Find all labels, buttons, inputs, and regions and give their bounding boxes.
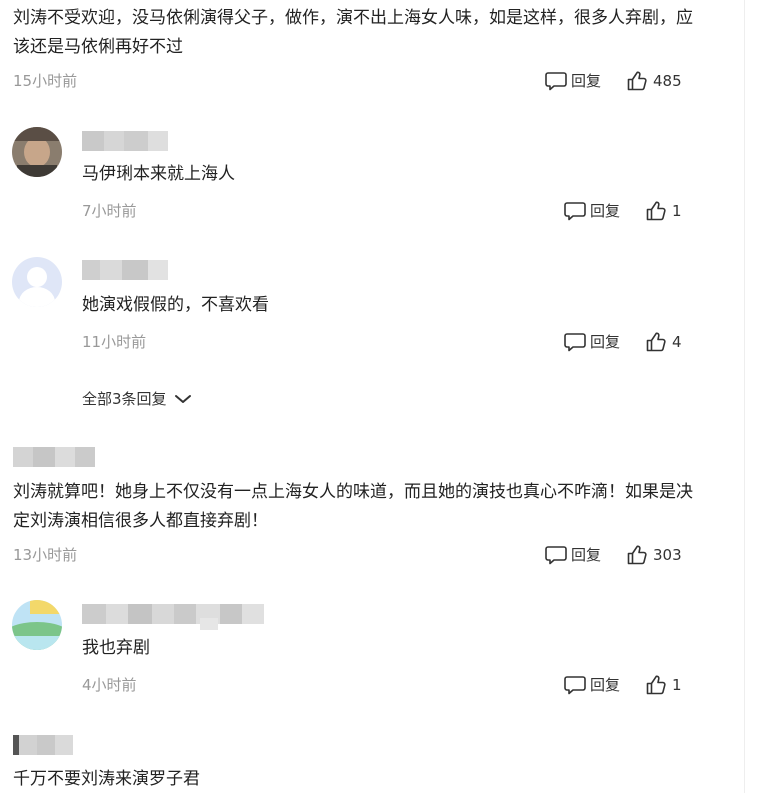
- reply-label: 回复: [571, 546, 602, 564]
- blurred-username[interactable]: [82, 604, 264, 624]
- chevron-down-icon: [173, 392, 193, 406]
- reply-button[interactable]: 回复: [545, 544, 601, 566]
- comment-time: 11小时前: [82, 333, 147, 351]
- expand-replies-link[interactable]: 全部3条回复: [82, 388, 193, 410]
- avatar[interactable]: [12, 127, 62, 177]
- reply-button[interactable]: 回复: [564, 674, 620, 696]
- blurred-username[interactable]: [13, 447, 95, 467]
- comment-time: 15小时前: [13, 72, 78, 90]
- like-count: 303: [653, 546, 682, 564]
- blurred-username[interactable]: [13, 735, 73, 755]
- like-button[interactable]: 1: [646, 200, 682, 222]
- like-count: 1: [672, 676, 682, 694]
- thumbs-up-icon: [627, 545, 649, 565]
- reply-label: 回复: [590, 676, 621, 694]
- comment-bubble-icon: [564, 675, 586, 695]
- comment-time: 4小时前: [82, 676, 137, 694]
- like-button[interactable]: 303: [627, 544, 682, 566]
- comment-text: 刘涛不受欢迎，没马依俐演得父子，做作，演不出上海女人味，如是这样，很多人弃剧，应…: [13, 8, 693, 57]
- blurred-username[interactable]: [82, 131, 168, 151]
- thumbs-up-icon: [646, 675, 668, 695]
- comment-text: 马伊琍本来就上海人: [82, 164, 235, 184]
- reply-label: 回复: [590, 202, 621, 220]
- comment-bubble-icon: [564, 201, 586, 221]
- like-count: 485: [653, 72, 682, 90]
- comment-bubble-icon: [545, 545, 567, 565]
- reply-button[interactable]: 回复: [545, 70, 601, 92]
- thumbs-up-icon: [646, 332, 668, 352]
- avatar[interactable]: [12, 257, 62, 307]
- comment-text: 千万不要刘涛来演罗子君: [13, 769, 200, 789]
- reply-label: 回复: [571, 72, 602, 90]
- reply-button[interactable]: 回复: [564, 200, 620, 222]
- right-divider: [744, 0, 745, 793]
- comment-text: 她演戏假假的，不喜欢看: [82, 295, 269, 315]
- like-button[interactable]: 1: [646, 674, 682, 696]
- thumbs-up-icon: [646, 201, 668, 221]
- comment-bubble-icon: [545, 71, 567, 91]
- thumbs-up-icon: [627, 71, 649, 91]
- comment-time: 13小时前: [13, 546, 78, 564]
- comment-text: 刘涛就算吧！她身上不仅没有一点上海女人的味道，而且她的演技也真心不咋滴！如果是决…: [13, 482, 693, 531]
- like-count: 1: [672, 202, 682, 220]
- like-button[interactable]: 485: [627, 70, 682, 92]
- comment-text: 我也弃剧: [82, 638, 150, 658]
- comment-bubble-icon: [564, 332, 586, 352]
- like-button[interactable]: 4: [646, 331, 682, 353]
- like-count: 4: [672, 333, 682, 351]
- comment-time: 7小时前: [82, 202, 137, 220]
- blurred-username[interactable]: [82, 260, 168, 280]
- blurred-username-tail: [200, 618, 218, 630]
- expand-replies-label: 全部3条回复: [82, 390, 167, 408]
- reply-label: 回复: [590, 333, 621, 351]
- reply-button[interactable]: 回复: [564, 331, 620, 353]
- avatar[interactable]: [12, 600, 62, 650]
